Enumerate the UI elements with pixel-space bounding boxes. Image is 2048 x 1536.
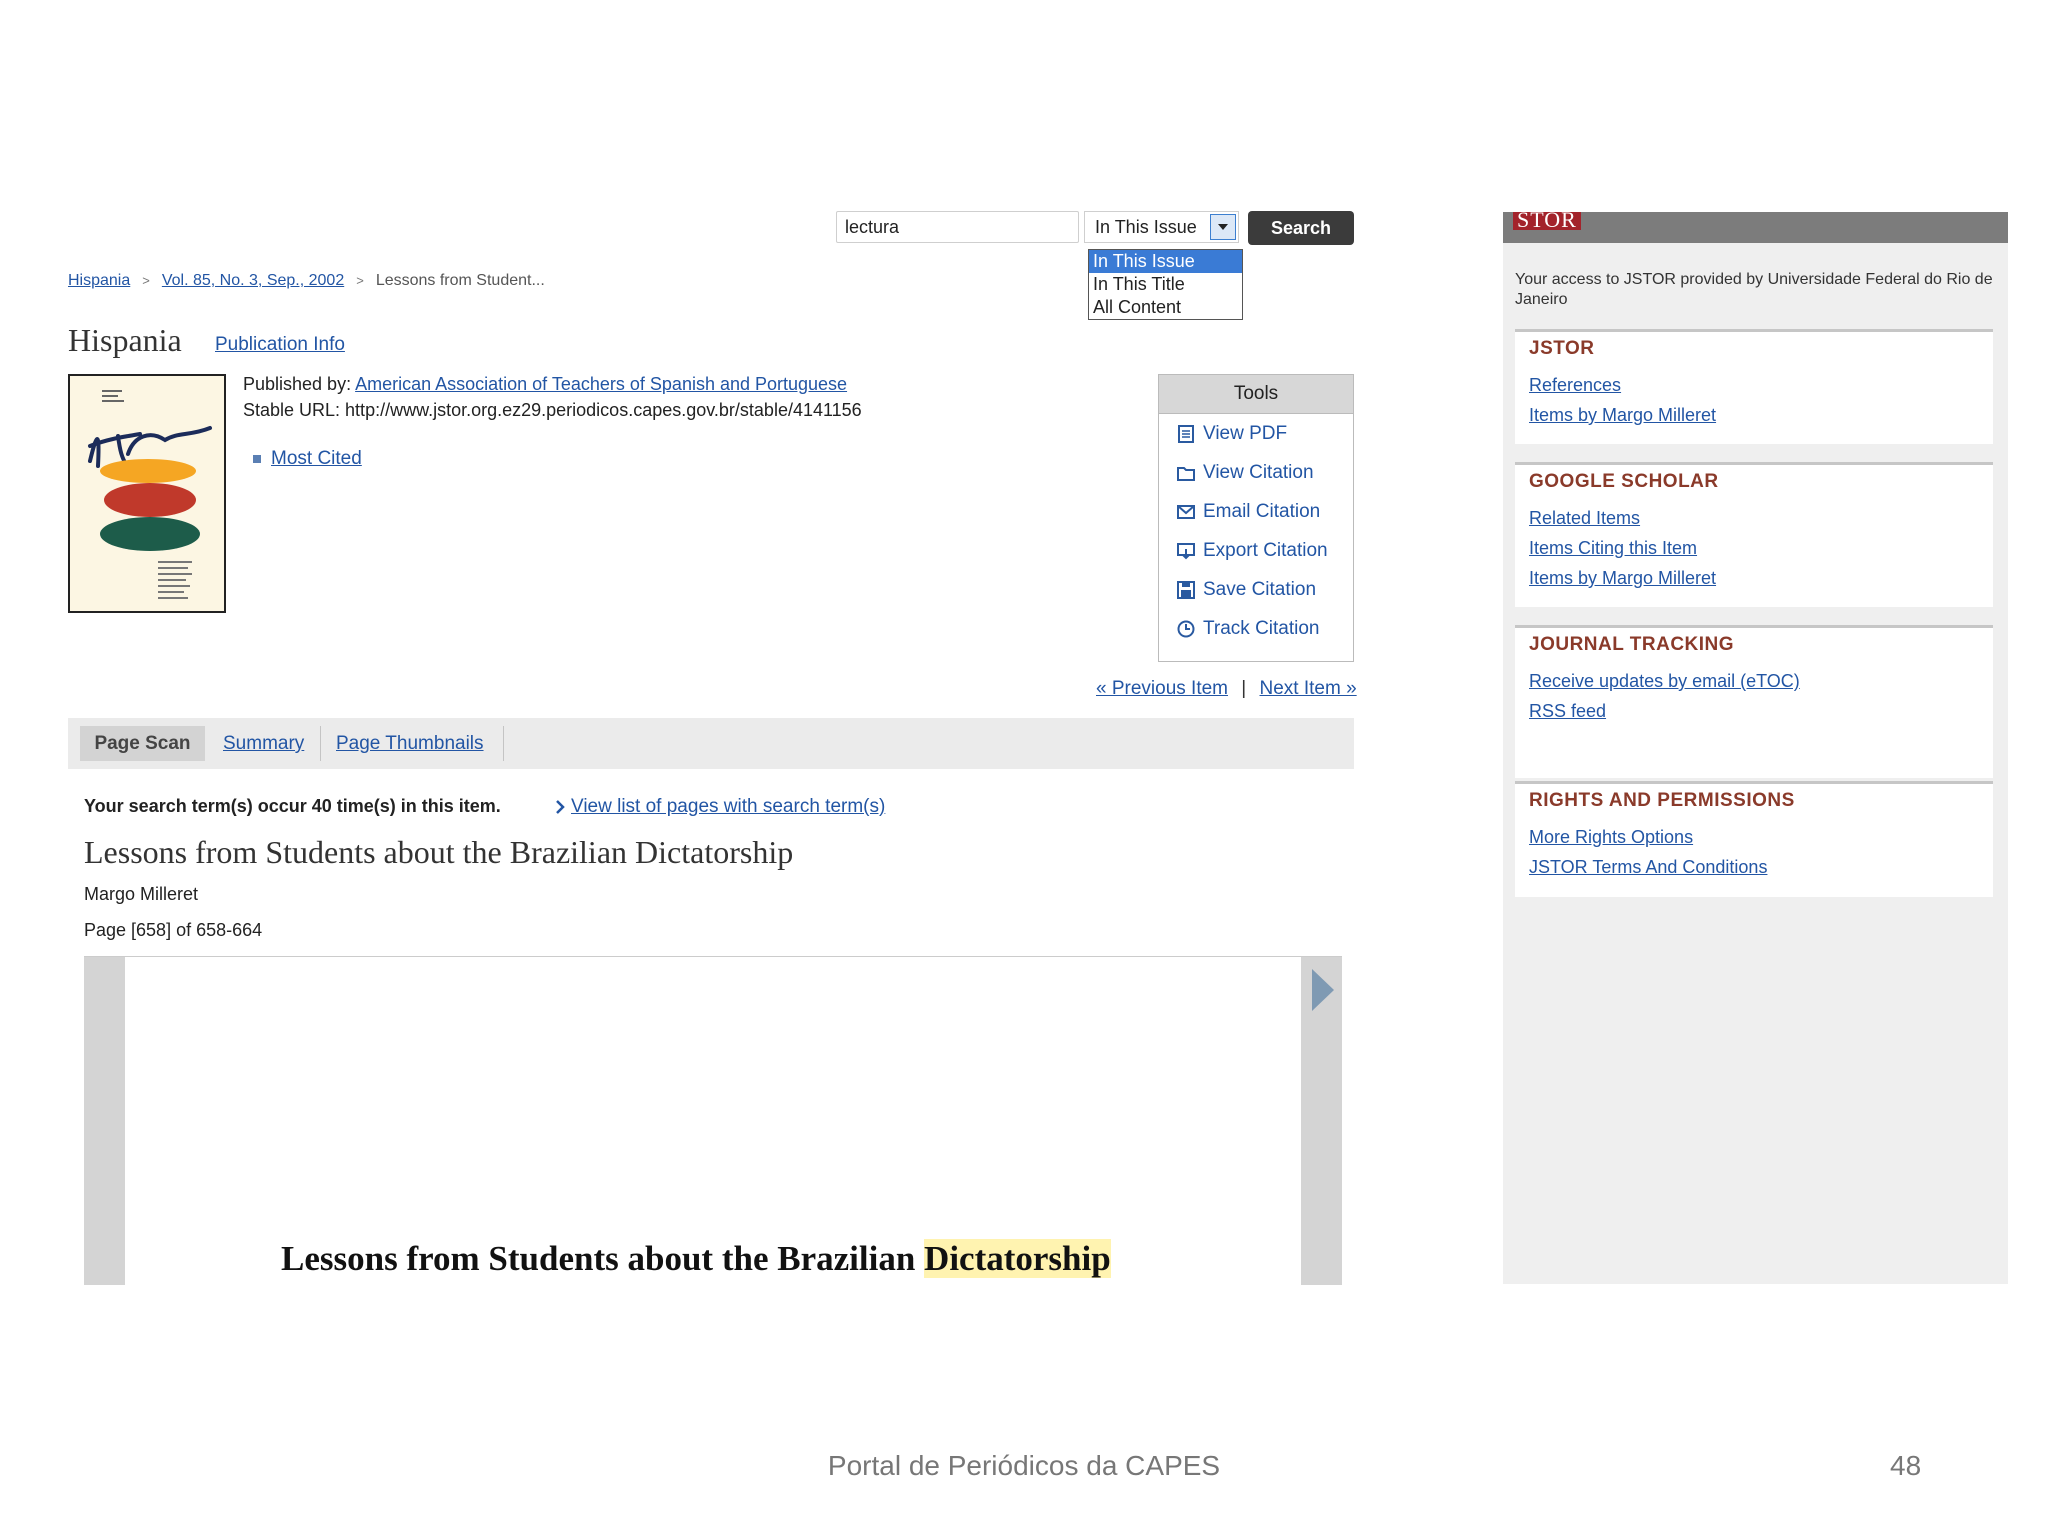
article-title: Lessons from Students about the Brazilia…: [84, 834, 794, 870]
tab-page-scan[interactable]: Page Scan: [80, 726, 205, 761]
chevron-down-icon[interactable]: [1210, 214, 1236, 240]
page-scan-viewer[interactable]: Lessons from Students about the Brazilia…: [84, 956, 1342, 1285]
most-cited-link[interactable]: Most Cited: [271, 448, 362, 469]
published-by-label: Published by:: [243, 374, 352, 394]
rss-feed-link[interactable]: RSS feed: [1529, 696, 1979, 726]
chevron-right-icon: [556, 800, 565, 814]
view-pdf-tool[interactable]: View PDF: [1159, 414, 1353, 453]
previous-item-link[interactable]: « Previous Item: [1096, 678, 1228, 699]
tab-page-thumbnails[interactable]: Page Thumbnails: [336, 726, 484, 761]
access-provider-text: Your access to JSTOR provided by Univers…: [1515, 271, 1993, 308]
nav-separator: |: [1241, 678, 1247, 699]
journal-title: Hispania: [68, 322, 182, 358]
breadcrumb-current: Lessons from Student...: [375, 272, 545, 289]
item-navigation: « Previous Item | Next Item »: [1096, 678, 1357, 700]
scope-option-all[interactable]: All Content: [1089, 296, 1242, 319]
published-by: Published by: American Association of Te…: [243, 374, 847, 395]
breadcrumb: Hispania > Vol. 85, No. 3, Sep., 2002 > Less…: [68, 272, 545, 289]
slide-footer: Portal de Periódicos da CAPES: [827, 1450, 1221, 1481]
search-term-highlight: Dictatorship: [924, 1239, 1111, 1278]
view-pages-label: View list of pages with search term(s): [571, 796, 886, 817]
publication-info-link[interactable]: Publication Info: [215, 334, 345, 356]
next-page-arrow-icon[interactable]: [1308, 967, 1336, 1013]
document-icon: [1178, 424, 1194, 443]
email-citation-tool[interactable]: Email Citation: [1159, 492, 1353, 531]
stable-url: Stable URL: http://www.jstor.org.ez29.pe…: [243, 400, 862, 420]
viewer-left-gutter: [84, 957, 125, 1285]
related-items-link[interactable]: Related Items: [1529, 503, 1979, 533]
view-citation-tool[interactable]: View Citation: [1159, 453, 1353, 492]
scanned-page-title: Lessons from Students about the Brazilia…: [281, 1239, 1111, 1279]
save-citation-label: Save Citation: [1203, 578, 1317, 600]
export-citation-label: Export Citation: [1203, 539, 1328, 561]
breadcrumb-journal[interactable]: Hispania: [68, 272, 130, 289]
viewer-right-gutter: [1301, 957, 1342, 1285]
right-sidebar: STOR Your access to JSTOR provided by Un…: [1503, 212, 2008, 1284]
view-citation-label: View Citation: [1203, 461, 1314, 483]
save-disk-icon: [1177, 580, 1195, 599]
sidebar-header: STOR: [1503, 212, 2008, 243]
panel-heading: JOURNAL TRACKING: [1529, 634, 1735, 655]
slide-number: 48: [1890, 1450, 1922, 1481]
scope-option-issue[interactable]: In This Issue: [1089, 250, 1242, 273]
journal-cover-image[interactable]: [68, 374, 226, 613]
view-pages-link[interactable]: View list of pages with search term(s): [555, 796, 885, 818]
next-item-link[interactable]: Next Item »: [1260, 678, 1357, 699]
clock-icon: [1177, 620, 1195, 637]
search-input[interactable]: [836, 211, 1079, 243]
article-author: Margo Milleret: [84, 884, 199, 904]
panel-heading: GOOGLE SCHOLAR: [1529, 471, 1719, 492]
tab-summary[interactable]: Summary: [223, 726, 304, 761]
jstor-panel: JSTOR References Items by Margo Milleret: [1515, 329, 1993, 444]
breadcrumb-issue[interactable]: Vol. 85, No. 3, Sep., 2002: [162, 272, 344, 289]
envelope-icon: [1177, 504, 1195, 519]
scope-selected-label: In This Issue: [1095, 217, 1197, 237]
items-by-author-link[interactable]: Items by Margo Milleret: [1529, 400, 1979, 430]
save-citation-tool[interactable]: Save Citation: [1159, 570, 1353, 609]
tools-panel: Tools View PDF View Citation Email Citat…: [1158, 374, 1354, 662]
scan-title-text: Lessons from Students about the Brazilia…: [281, 1239, 925, 1278]
items-citing-link[interactable]: Items Citing this Item: [1529, 533, 1979, 563]
email-citation-label: Email Citation: [1203, 500, 1321, 522]
page-indicator: Page [658] of 658-664: [84, 920, 263, 940]
search-occurrence-text: Your search term(s) occur 40 time(s) in …: [84, 796, 501, 816]
more-rights-link[interactable]: More Rights Options: [1529, 822, 1979, 852]
panel-heading: JSTOR: [1529, 338, 1595, 359]
export-citation-tool[interactable]: Export Citation: [1159, 531, 1353, 570]
most-cited-item: Most Cited: [253, 448, 362, 470]
etoc-updates-link[interactable]: Receive updates by email (eTOC): [1529, 666, 1979, 696]
scholar-items-by-author-link[interactable]: Items by Margo Milleret: [1529, 563, 1979, 593]
tools-header: Tools: [1159, 375, 1353, 414]
jstor-logo[interactable]: STOR: [1513, 212, 1581, 230]
references-link[interactable]: References: [1529, 370, 1979, 400]
journal-tracking-panel: JOURNAL TRACKING Receive updates by emai…: [1515, 625, 1993, 778]
panel-heading: RIGHTS AND PERMISSIONS: [1529, 790, 1795, 811]
square-bullet-icon: [253, 454, 261, 463]
search-button[interactable]: Search: [1248, 211, 1354, 245]
export-icon: [1177, 542, 1195, 559]
track-citation-label: Track Citation: [1203, 617, 1320, 639]
folder-icon: [1177, 466, 1195, 481]
google-scholar-panel: GOOGLE SCHOLAR Related Items Items Citin…: [1515, 462, 1993, 607]
search-scope-select[interactable]: In This Issue: [1084, 211, 1239, 243]
tab-divider: [320, 726, 321, 761]
scope-option-title[interactable]: In This Title: [1089, 273, 1242, 296]
view-tabs: Page Scan Summary Page Thumbnails: [68, 718, 1354, 769]
view-pdf-label: View PDF: [1203, 422, 1288, 444]
publisher-link[interactable]: American Association of Teachers of Span…: [355, 374, 847, 394]
terms-conditions-link[interactable]: JSTOR Terms And Conditions: [1529, 852, 1979, 882]
scope-dropdown-list: In This Issue In This Title All Content: [1088, 249, 1243, 320]
tab-divider: [503, 726, 504, 761]
track-citation-tool[interactable]: Track Citation: [1159, 609, 1353, 648]
rights-permissions-panel: RIGHTS AND PERMISSIONS More Rights Optio…: [1515, 781, 1993, 897]
